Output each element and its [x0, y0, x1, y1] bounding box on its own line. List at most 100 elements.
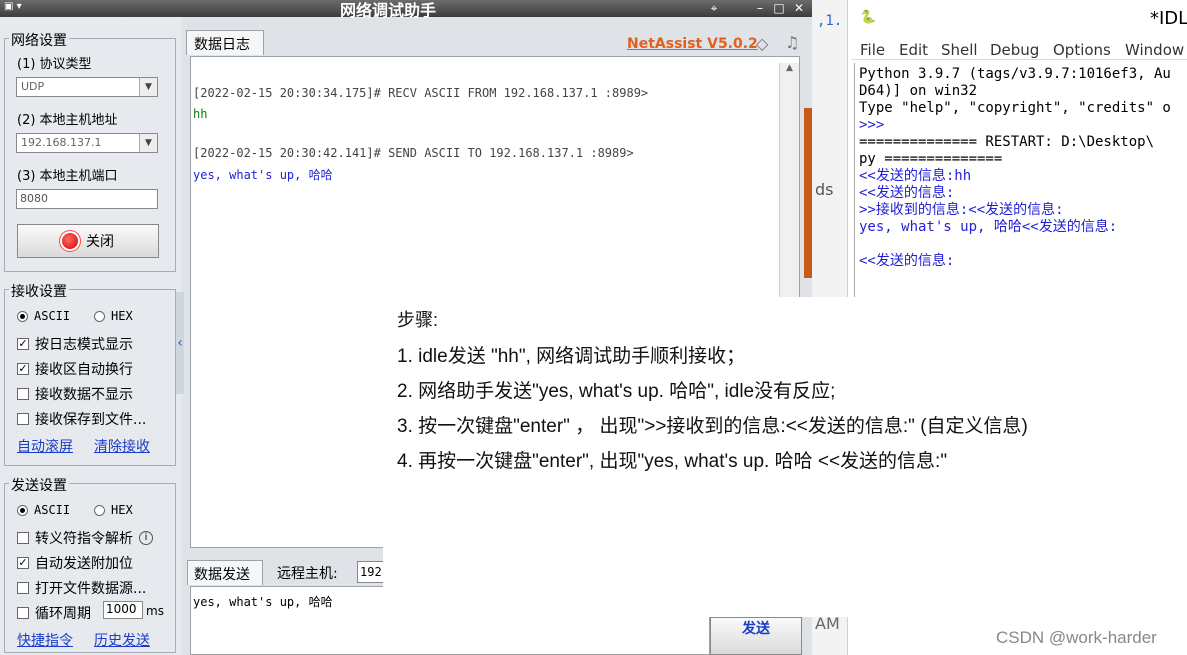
recv-ascii-label: ASCII: [34, 309, 71, 323]
minimize-icon[interactable]: –: [752, 1, 768, 15]
append-bits-label: 自动发送附加位: [35, 556, 133, 572]
network-settings-title: 网络设置: [9, 30, 69, 50]
app-menu-icon[interactable]: ▣ ▾: [4, 1, 44, 15]
send-ascii-label: ASCII: [34, 503, 71, 517]
menu-file[interactable]: File: [860, 41, 885, 59]
idle-title: *IDL: [1150, 8, 1187, 29]
log-mode-checkbox[interactable]: ✓ 按日志模式显示: [17, 334, 133, 354]
host-address-label: (2) 本地主机地址: [17, 113, 118, 128]
save-to-file-checkbox[interactable]: 接收保存到文件...: [17, 409, 146, 429]
shell-line: Type "help", "copyright", "credits" o: [859, 100, 1171, 116]
cycle-period-input[interactable]: 1000: [103, 601, 143, 619]
radio-selected-icon: [17, 310, 28, 322]
idle-titlebar: [852, 0, 1187, 34]
maximize-icon[interactable]: □: [771, 1, 787, 15]
brand-link[interactable]: NetAssist V5.0.2: [627, 36, 758, 52]
hide-data-label: 接收数据不显示: [35, 387, 133, 403]
escape-parse-checkbox[interactable]: 转义符指令解析 i: [17, 528, 153, 548]
cycle-unit: ms: [146, 604, 164, 618]
radio-selected-icon: [17, 504, 28, 516]
radio-unselected-icon: [94, 504, 105, 516]
shell-line: py ==============: [859, 151, 1003, 167]
hide-data-checkbox[interactable]: 接收数据不显示: [17, 384, 133, 404]
checkbox-empty-icon: [17, 582, 29, 594]
close-icon[interactable]: ✕: [791, 1, 807, 15]
shell-line: yes, what's up, 哈哈<<发送的信息:: [859, 219, 1118, 235]
checkbox-empty-icon: [17, 607, 29, 619]
receive-settings-title: 接收设置: [9, 281, 69, 301]
menu-options[interactable]: Options: [1053, 41, 1111, 59]
auto-wrap-label: 接收区自动换行: [35, 362, 133, 378]
send-ascii-radio[interactable]: ASCII: [17, 503, 70, 517]
protocol-label: (1) 协议类型: [17, 57, 92, 72]
log-line-recv-header: [2022-02-15 20:30:34.175]# RECV ASCII FR…: [193, 86, 649, 100]
log-line-recv-data: hh: [193, 107, 208, 121]
shell-line: <<发送的信息:hh: [859, 168, 972, 184]
remote-host-label: 远程主机:: [277, 566, 338, 582]
tab-data-send[interactable]: 数据发送: [187, 560, 263, 585]
close-connection-button[interactable]: 关闭: [17, 224, 159, 258]
auto-scroll-link[interactable]: 自动滚屏: [17, 436, 73, 456]
note-step-4: 4. 再按一次键盘"enter", 出现"yes, what's up. 哈哈 …: [397, 451, 948, 472]
python-icon: 🐍: [860, 10, 877, 25]
checkbox-empty-icon: [17, 388, 29, 400]
send-button[interactable]: 发送: [710, 617, 802, 655]
chevron-down-icon[interactable]: ▼: [139, 134, 157, 152]
menu-window[interactable]: Window: [1125, 41, 1184, 59]
shell-line: Python 3.9.7 (tags/v3.9.7:1016ef3, Au: [859, 66, 1171, 82]
menu-edit[interactable]: Edit: [899, 41, 928, 59]
escape-parse-label: 转义符指令解析: [35, 531, 133, 547]
protocol-select[interactable]: UDP ▼: [16, 77, 158, 97]
send-hex-label: HEX: [111, 503, 133, 517]
host-port-label: (3) 本地主机端口: [17, 169, 118, 184]
save-to-file-label: 接收保存到文件...: [35, 412, 147, 428]
clear-receive-link[interactable]: 清除接收: [94, 436, 150, 456]
host-address-select[interactable]: 192.168.137.1 ▼: [16, 133, 158, 153]
append-bits-checkbox[interactable]: ✓ 自动发送附加位: [17, 553, 133, 573]
cycle-label: 循环周期: [35, 606, 91, 622]
diamond-icon[interactable]: ◇: [756, 34, 768, 53]
pin-icon[interactable]: ⌖: [706, 1, 722, 15]
shell-line: <<发送的信息:: [859, 185, 955, 201]
info-icon[interactable]: i: [139, 531, 153, 545]
chevron-down-icon[interactable]: ▼: [139, 78, 157, 96]
chevron-up-icon[interactable]: ▲: [780, 63, 799, 73]
shell-line: >>接收到的信息:<<发送的信息:: [859, 202, 1064, 218]
background-text-fragment: ,1.: [817, 13, 843, 29]
file-source-checkbox[interactable]: 打开文件数据源...: [17, 578, 146, 598]
recv-hex-radio[interactable]: HEX: [94, 309, 133, 323]
netassist-title: 网络调试助手: [340, 1, 437, 20]
note-step-3: 3. 按一次键盘"enter" ， 出现">>接收到的信息:<<发送的信息:" …: [397, 416, 1028, 437]
shortcut-commands-link[interactable]: 快捷指令: [17, 630, 73, 650]
send-hex-radio[interactable]: HEX: [94, 503, 133, 517]
panel-collapse-handle[interactable]: ‹: [176, 292, 184, 394]
tab-data-log[interactable]: 数据日志: [186, 30, 264, 55]
bell-icon[interactable]: ♫: [785, 33, 799, 52]
checkmark-icon: ✓: [17, 337, 29, 350]
cycle-checkbox[interactable]: 循环周期: [17, 603, 91, 623]
status-led-icon: [62, 233, 78, 249]
recv-hex-label: HEX: [111, 309, 133, 323]
log-line-send-data: yes, what's up, 哈哈: [193, 168, 333, 182]
checkmark-icon: ✓: [17, 556, 29, 569]
host-port-input[interactable]: 8080: [16, 189, 158, 209]
log-mode-label: 按日志模式显示: [35, 337, 133, 353]
menu-debug[interactable]: Debug: [990, 41, 1039, 59]
note-step-1: 1. idle发送 "hh", 网络调试助手顺利接收；: [397, 346, 746, 367]
shell-prompt: >>>: [859, 117, 885, 133]
send-history-link[interactable]: 历史发送: [94, 630, 150, 650]
auto-wrap-checkbox[interactable]: ✓ 接收区自动换行: [17, 359, 133, 379]
shell-line: D64)] on win32: [859, 83, 978, 99]
log-line-send-header: [2022-02-15 20:30:42.141]# SEND ASCII TO…: [193, 146, 634, 160]
send-settings-title: 发送设置: [9, 475, 69, 495]
protocol-value: UDP: [21, 80, 45, 93]
checkmark-icon: ✓: [17, 362, 29, 375]
chevron-left-icon: ‹: [177, 335, 183, 351]
send-text-content: yes, what's up, 哈哈: [193, 595, 333, 609]
host-address-value: 192.168.137.1: [21, 136, 102, 149]
recv-ascii-radio[interactable]: ASCII: [17, 309, 70, 323]
menu-shell[interactable]: Shell: [941, 41, 978, 59]
file-source-label: 打开文件数据源...: [35, 581, 147, 597]
checkbox-empty-icon: [17, 532, 29, 544]
checkbox-empty-icon: [17, 413, 29, 425]
